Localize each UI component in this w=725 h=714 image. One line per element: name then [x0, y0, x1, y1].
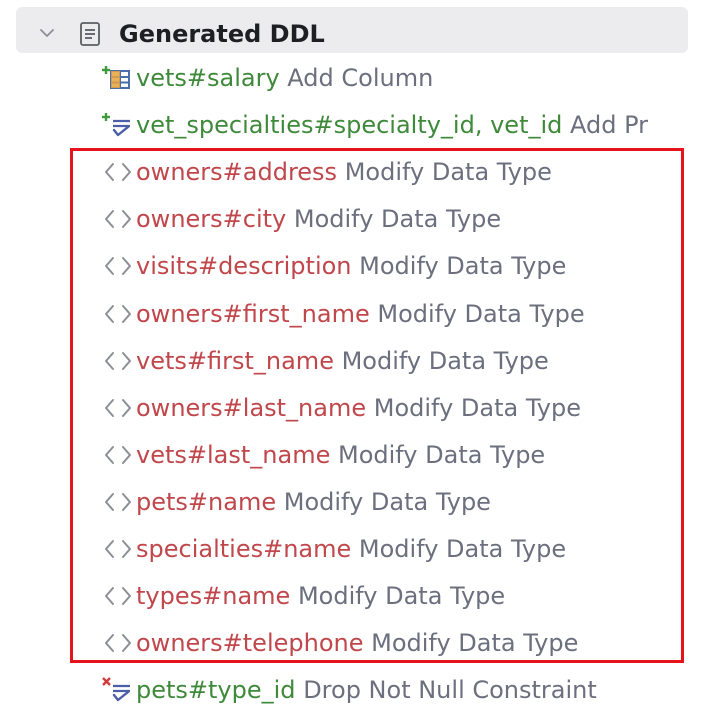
change-action-label: Add Pr [570, 111, 649, 139]
change-object-name: owners#first_name [136, 300, 370, 328]
change-object-name: owners#last_name [136, 394, 367, 422]
change-object-name: vets#salary [136, 64, 280, 92]
modify-data-type-icon [100, 294, 136, 334]
modify-data-type-icon [100, 341, 136, 381]
ddl-tree: Generated DDL vets#salary Add Column vet_… [0, 0, 725, 714]
modify-data-type-icon [100, 576, 136, 616]
change-action-label: Modify Data Type [371, 629, 579, 657]
ddl-change-row[interactable]: specialties#name Modify Data Type [100, 529, 566, 569]
change-action-label: Modify Data Type [283, 488, 491, 516]
ddl-change-row[interactable]: vet_specialties#specialty_id, vet_id Add… [100, 105, 648, 145]
ddl-change-row[interactable]: pets#type_id Drop Not Null Constraint [100, 670, 597, 710]
change-object-name: owners#city [136, 205, 287, 233]
change-action-label: Modify Data Type [341, 347, 549, 375]
change-action-label: Add Column [287, 64, 434, 92]
modify-data-type-icon [100, 152, 136, 192]
change-object-name: vets#last_name [136, 441, 331, 469]
change-object-name: types#name [136, 582, 291, 610]
node-title: Generated DDL [119, 20, 325, 48]
change-object-name: owners#address [136, 158, 338, 186]
ddl-change-row[interactable]: owners#last_name Modify Data Type [100, 388, 581, 428]
change-action-label: Modify Data Type [293, 205, 502, 233]
change-object-name: owners#telephone [136, 629, 364, 657]
ddl-change-row[interactable]: owners#city Modify Data Type [100, 199, 501, 239]
modify-data-type-icon [100, 529, 136, 569]
change-action-label: Drop Not Null Constraint [303, 676, 597, 704]
change-object-name: pets#type_id [136, 676, 296, 704]
ddl-change-row[interactable]: owners#address Modify Data Type [100, 152, 552, 192]
change-object-name: vets#first_name [136, 347, 334, 375]
modify-data-type-icon [100, 435, 136, 475]
ddl-change-row[interactable]: vets#first_name Modify Data Type [100, 341, 549, 381]
document-icon [80, 22, 100, 46]
ddl-change-row[interactable]: vets#last_name Modify Data Type [100, 435, 545, 475]
ddl-change-row[interactable]: visits#description Modify Data Type [100, 246, 566, 286]
change-object-name: pets#name [136, 488, 277, 516]
change-object-name: visits#description [136, 252, 352, 280]
ddl-change-row[interactable]: pets#name Modify Data Type [100, 482, 491, 522]
chevron-down-icon[interactable] [38, 24, 56, 42]
change-action-label: Modify Data Type [344, 158, 552, 186]
change-action-label: Modify Data Type [337, 441, 546, 469]
modify-data-type-icon [100, 482, 136, 522]
change-action-label: Modify Data Type [359, 252, 567, 280]
ddl-change-row[interactable]: types#name Modify Data Type [100, 576, 505, 616]
change-action-label: Modify Data Type [373, 394, 581, 422]
modify-data-type-icon [100, 246, 136, 286]
ddl-change-row[interactable]: owners#first_name Modify Data Type [100, 294, 585, 334]
drop-not-null-icon [100, 670, 136, 710]
modify-data-type-icon [100, 623, 136, 663]
ddl-change-row[interactable]: owners#telephone Modify Data Type [100, 623, 578, 663]
change-action-label: Modify Data Type [358, 535, 567, 563]
modify-data-type-icon [100, 199, 136, 239]
modify-data-type-icon [100, 388, 136, 428]
generated-ddl-node[interactable]: Generated DDL [16, 7, 688, 53]
add-column-icon [100, 58, 136, 98]
add-primary-key-icon [100, 105, 136, 145]
change-action-label: Modify Data Type [377, 300, 585, 328]
change-object-name: vet_specialties#specialty_id, vet_id [136, 111, 563, 139]
change-action-label: Modify Data Type [297, 582, 506, 610]
change-object-name: specialties#name [136, 535, 352, 563]
ddl-change-row[interactable]: vets#salary Add Column [100, 58, 433, 98]
